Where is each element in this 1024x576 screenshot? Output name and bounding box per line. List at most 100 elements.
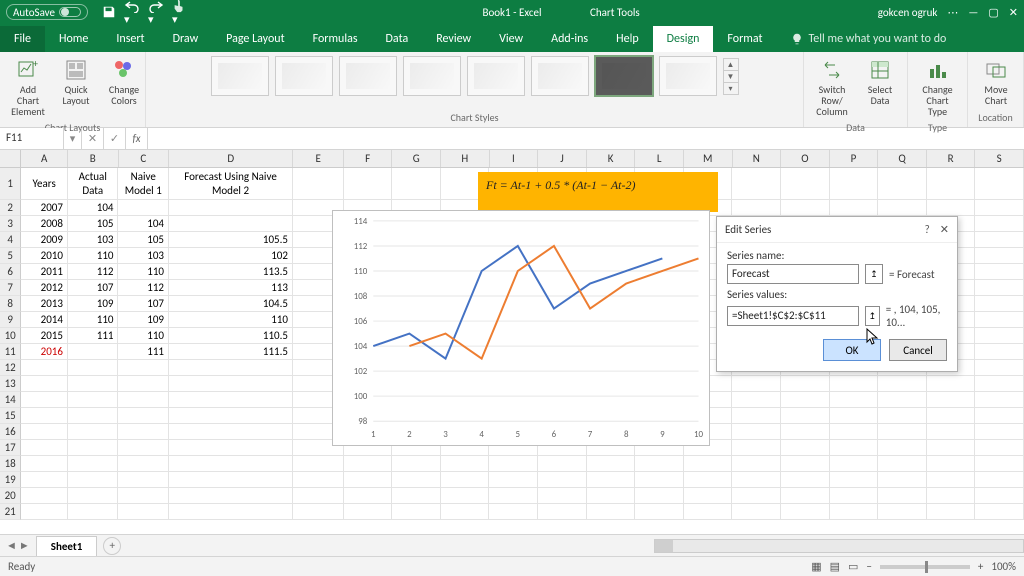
cell[interactable] [975,392,1024,408]
change-colors-button[interactable]: Change Colors [102,56,146,108]
cell[interactable] [392,168,441,200]
cell[interactable]: 103 [118,248,169,264]
cell[interactable] [293,472,344,488]
cell[interactable] [927,456,976,472]
cell[interactable] [587,504,636,520]
style-thumb-4[interactable] [403,56,461,96]
redo-icon[interactable]: ▾ [148,0,164,26]
cell[interactable] [118,472,169,488]
cell[interactable] [878,392,927,408]
tell-me-search[interactable]: Tell me what you want to do [791,26,947,52]
cell[interactable] [169,504,293,520]
cell[interactable] [927,440,976,456]
cell[interactable] [878,456,927,472]
col-header-N[interactable]: N [733,150,782,167]
cell[interactable] [169,216,293,232]
cell[interactable]: 104.5 [169,296,293,312]
zoom-slider[interactable] [880,565,970,569]
cell[interactable] [975,232,1024,248]
col-header-K[interactable]: K [587,150,636,167]
cell[interactable] [975,328,1024,344]
cell[interactable] [975,440,1024,456]
cell[interactable] [118,440,169,456]
cell[interactable] [489,472,538,488]
cell[interactable] [781,424,830,440]
cell[interactable] [21,360,68,376]
cell[interactable] [781,440,830,456]
gallery-scroll[interactable]: ▲▼▾ [723,58,739,94]
cell[interactable]: 102 [169,248,293,264]
name-box-dropdown[interactable]: ▾ [64,128,82,149]
cell[interactable] [118,360,169,376]
cell[interactable] [830,440,879,456]
tab-data[interactable]: Data [372,26,423,52]
cell[interactable] [878,504,927,520]
cell[interactable] [21,392,68,408]
style-thumb-1[interactable] [211,56,269,96]
select-data-button[interactable]: Select Data [858,56,902,108]
cell[interactable] [878,168,927,200]
cell[interactable]: 2008 [21,216,68,232]
cell[interactable] [118,488,169,504]
cell[interactable] [781,488,830,504]
cell[interactable] [927,488,976,504]
cell[interactable] [830,392,879,408]
cell[interactable] [975,168,1024,200]
cell[interactable] [344,472,393,488]
row-header[interactable]: 14 [0,392,21,408]
cell[interactable] [68,344,119,360]
cell[interactable]: 105 [68,216,119,232]
cell[interactable]: 111 [68,328,119,344]
row-header[interactable]: 18 [0,456,21,472]
cell[interactable]: 2010 [21,248,68,264]
tab-formulas[interactable]: Formulas [299,26,372,52]
cell[interactable] [781,200,830,216]
cell[interactable] [781,392,830,408]
cell[interactable] [781,472,830,488]
zoom-in-icon[interactable]: + [978,560,983,573]
row-header[interactable]: 6 [0,264,21,280]
col-header-R[interactable]: R [927,150,976,167]
cell[interactable] [781,376,830,392]
cell[interactable]: 103 [68,232,119,248]
cell[interactable] [830,456,879,472]
series-name-input[interactable]: Forecast [727,264,859,284]
cell[interactable]: 2012 [21,280,68,296]
cell[interactable] [927,376,976,392]
cell[interactable] [392,456,441,472]
cell[interactable] [538,488,587,504]
row-header[interactable]: 2 [0,200,21,216]
chart-styles-gallery[interactable]: ▲▼▾ [211,56,739,96]
cell[interactable] [538,504,587,520]
style-thumb-2[interactable] [275,56,333,96]
cell[interactable] [830,168,879,200]
tab-insert[interactable]: Insert [102,26,158,52]
tab-draw[interactable]: Draw [159,26,213,52]
col-header-S[interactable]: S [975,150,1024,167]
view-pagebreak-icon[interactable]: ▭ [848,560,858,573]
cell[interactable]: 2015 [21,328,68,344]
cell[interactable] [975,312,1024,328]
cell[interactable] [392,472,441,488]
cell[interactable]: 109 [68,296,119,312]
cell[interactable] [21,376,68,392]
cell[interactable] [344,168,393,200]
cell[interactable] [169,488,293,504]
sheet-nav-prev-icon[interactable]: ◄ [6,539,17,552]
cell[interactable]: Years [21,168,68,200]
cell[interactable] [169,472,293,488]
cell[interactable] [293,168,344,200]
cell[interactable] [684,472,733,488]
row-header[interactable]: 7 [0,280,21,296]
cell[interactable]: 111 [118,344,169,360]
cell[interactable] [21,408,68,424]
cell[interactable] [118,200,169,216]
cell[interactable]: 110.5 [169,328,293,344]
cell[interactable] [21,440,68,456]
cell[interactable] [21,456,68,472]
cell[interactable]: 111.5 [169,344,293,360]
series-values-input[interactable]: =Sheet1!$C$2:$C$11 [727,306,859,326]
cell[interactable] [293,456,344,472]
select-all-corner[interactable] [0,150,21,167]
cell[interactable] [489,488,538,504]
